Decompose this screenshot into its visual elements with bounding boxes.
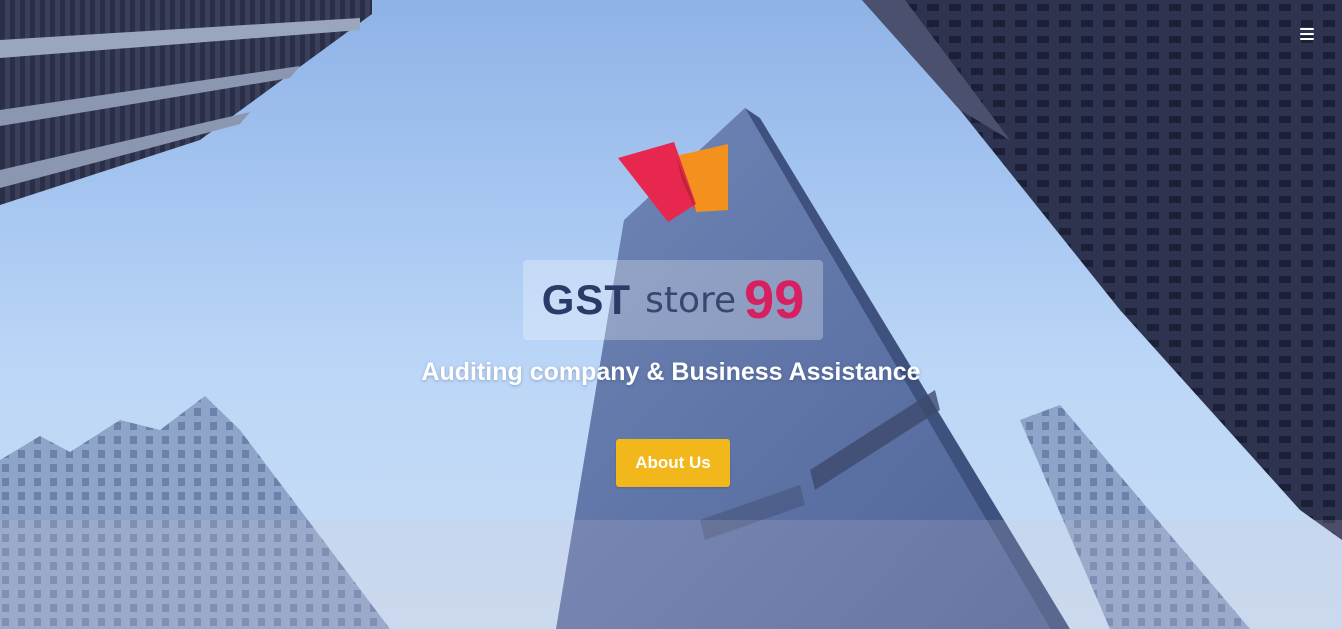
logo-number-text: 99	[744, 270, 805, 330]
hero-tagline: Auditing company & Business Assistance	[421, 358, 921, 386]
hamburger-menu-icon[interactable]	[1300, 28, 1314, 40]
logo-wordmark: GST store 99	[523, 260, 823, 340]
logo-gst-text: GST	[541, 276, 632, 323]
hero-section: GST store 99 Auditing company & Business…	[0, 0, 1342, 629]
logo-store-text: store	[645, 279, 737, 321]
about-us-button[interactable]: About Us	[616, 439, 730, 487]
logo-mark-icon	[618, 142, 728, 222]
